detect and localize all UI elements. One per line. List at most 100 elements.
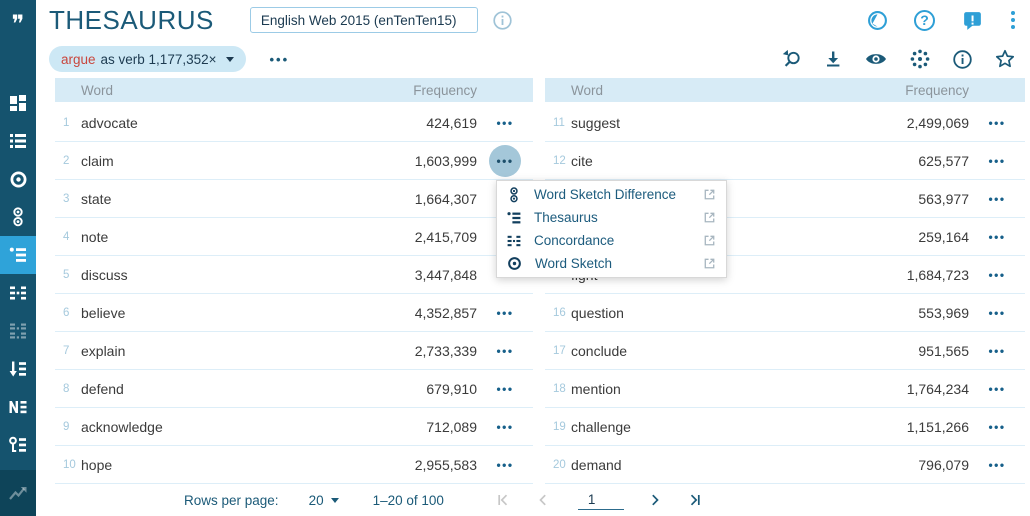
- row-number: 11: [545, 117, 571, 129]
- row-menu-button[interactable]: •••: [489, 373, 521, 405]
- visualization-icon[interactable]: [909, 48, 931, 70]
- external-link-icon[interactable]: [702, 256, 717, 271]
- rows-per-page-value: 20: [309, 493, 324, 508]
- external-link-icon[interactable]: [702, 210, 717, 225]
- last-page-button[interactable]: [682, 488, 708, 512]
- row-frequency: 1,664,307: [367, 191, 477, 207]
- row-menu-button[interactable]: •••: [489, 145, 521, 177]
- menu-item-word-sketch[interactable]: Word Sketch: [497, 252, 726, 275]
- row-menu-button[interactable]: •••: [981, 335, 1013, 367]
- sidebar-item-dashboard[interactable]: [0, 84, 36, 122]
- row-word[interactable]: note: [81, 229, 367, 245]
- row-menu-button[interactable]: •••: [981, 297, 1013, 329]
- row-menu-button[interactable]: •••: [489, 297, 521, 329]
- row-word[interactable]: hope: [81, 457, 367, 473]
- menu-item-thesaurus[interactable]: Thesaurus: [497, 206, 726, 229]
- menu-item-label: Word Sketch Difference: [534, 187, 690, 202]
- query-chip[interactable]: argue as verb 1,177,352×: [49, 46, 246, 72]
- sidebar-item-keywords[interactable]: [0, 426, 36, 464]
- row-menu-button[interactable]: •••: [981, 107, 1013, 139]
- query-options-button[interactable]: •••: [270, 52, 290, 67]
- pagination-bar: Rows per page: 20 1–20 of 100: [36, 484, 1030, 516]
- kebab-menu-icon[interactable]: [1010, 9, 1016, 31]
- menu-item-label: Word Sketch: [535, 256, 690, 271]
- sidebar-item-word-sketch-difference[interactable]: [0, 198, 36, 236]
- row-number: 18: [545, 383, 571, 395]
- row-word[interactable]: challenge: [571, 419, 859, 435]
- first-page-icon: [495, 492, 511, 508]
- help-icon[interactable]: ?: [914, 10, 935, 31]
- concordance-icon: [8, 283, 28, 303]
- row-menu-button[interactable]: •••: [981, 259, 1013, 291]
- row-word[interactable]: discuss: [81, 267, 367, 283]
- wordlist-icon: [8, 359, 28, 379]
- contrast-icon[interactable]: [867, 10, 888, 31]
- next-page-button[interactable]: [642, 488, 668, 512]
- sidebar-item-concordance[interactable]: [0, 274, 36, 312]
- row-menu-button[interactable]: •••: [489, 411, 521, 443]
- menu-item-label: Concordance: [534, 233, 690, 248]
- external-link-icon[interactable]: [702, 233, 717, 248]
- external-link-icon[interactable]: [702, 187, 717, 202]
- row-word[interactable]: defend: [81, 381, 367, 397]
- page-title: THESAURUS: [49, 5, 214, 36]
- row-word[interactable]: state: [81, 191, 367, 207]
- row-frequency: 625,577: [859, 153, 969, 169]
- column-header-frequency: Frequency: [859, 83, 969, 98]
- page-header: THESAURUS ?: [36, 0, 1030, 40]
- row-menu-button[interactable]: •••: [981, 221, 1013, 253]
- chevron-right-icon: [647, 492, 663, 508]
- page-number-input[interactable]: [578, 490, 624, 510]
- row-frequency: 424,619: [367, 115, 477, 131]
- row-menu-button[interactable]: •••: [981, 373, 1013, 405]
- row-menu-button[interactable]: •••: [981, 183, 1013, 215]
- corpus-input[interactable]: [250, 7, 478, 33]
- first-page-button: [490, 488, 516, 512]
- row-number: 5: [55, 269, 81, 281]
- row-word[interactable]: advocate: [81, 115, 367, 131]
- row-word[interactable]: suggest: [571, 115, 859, 131]
- info-icon[interactable]: [952, 49, 973, 70]
- row-word[interactable]: conclude: [571, 343, 859, 359]
- modify-search-icon[interactable]: [781, 49, 802, 70]
- row-word[interactable]: question: [571, 305, 859, 321]
- row-menu-button[interactable]: •••: [981, 411, 1013, 443]
- row-word[interactable]: claim: [81, 153, 367, 169]
- sidebar-item-wordlist[interactable]: [0, 350, 36, 388]
- sidebar-item-thesaurus[interactable]: [0, 236, 36, 274]
- table-row: 1 advocate 424,619 •••: [55, 104, 533, 142]
- row-number: 8: [55, 383, 81, 395]
- view-options-icon[interactable]: [864, 49, 888, 69]
- sketch-engine-logo[interactable]: ❞: [0, 0, 36, 50]
- query-toolbar: argue as verb 1,177,352× •••: [36, 40, 1030, 78]
- row-word[interactable]: demand: [571, 457, 859, 473]
- row-word[interactable]: believe: [81, 305, 367, 321]
- feedback-icon[interactable]: [961, 9, 984, 32]
- download-icon[interactable]: [823, 49, 843, 69]
- row-frequency: 259,164: [859, 229, 969, 245]
- row-menu-button[interactable]: •••: [981, 145, 1013, 177]
- concordance-icon: [506, 233, 522, 249]
- row-menu-button[interactable]: •••: [489, 449, 521, 481]
- favorite-icon[interactable]: [994, 48, 1016, 70]
- sidebar-item-ngrams[interactable]: [0, 388, 36, 426]
- row-word[interactable]: acknowledge: [81, 419, 367, 435]
- menu-item-concordance[interactable]: Concordance: [497, 229, 726, 252]
- sidebar: ❞: [0, 0, 36, 516]
- sidebar-item-parallel-concordance: [0, 312, 36, 350]
- row-number: 1: [55, 117, 81, 129]
- row-word[interactable]: mention: [571, 381, 859, 397]
- sidebar-item-word-sketch[interactable]: [0, 160, 36, 198]
- rows-per-page-select[interactable]: 20: [309, 493, 339, 508]
- row-menu-button[interactable]: •••: [489, 107, 521, 139]
- row-frequency: 1,684,723: [859, 267, 969, 283]
- row-menu-button[interactable]: •••: [981, 449, 1013, 481]
- menu-item-word-sketch-difference[interactable]: Word Sketch Difference: [497, 183, 726, 206]
- row-number: 20: [545, 459, 571, 471]
- row-word[interactable]: explain: [81, 343, 367, 359]
- row-menu-button[interactable]: •••: [489, 335, 521, 367]
- row-word[interactable]: cite: [571, 153, 859, 169]
- sidebar-item-corpora[interactable]: [0, 122, 36, 160]
- table-row: 20 demand 796,079 •••: [545, 446, 1025, 484]
- corpus-info-icon[interactable]: [492, 10, 513, 31]
